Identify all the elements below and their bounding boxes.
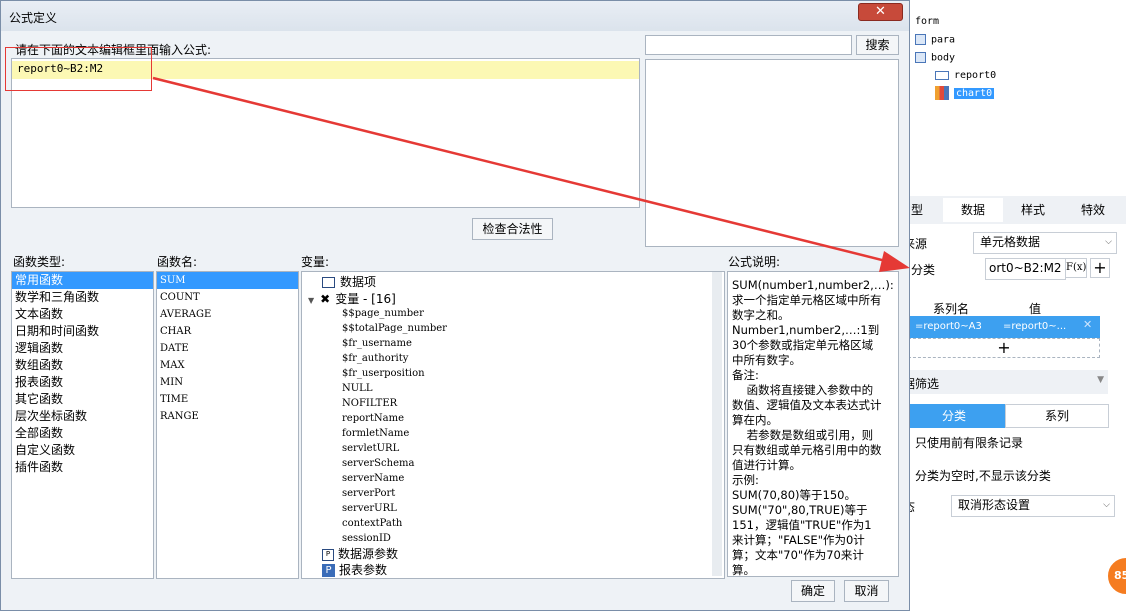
arrow-head bbox=[879, 251, 910, 272]
annotation-arrow bbox=[152, 76, 910, 272]
arrow-line bbox=[152, 76, 891, 264]
